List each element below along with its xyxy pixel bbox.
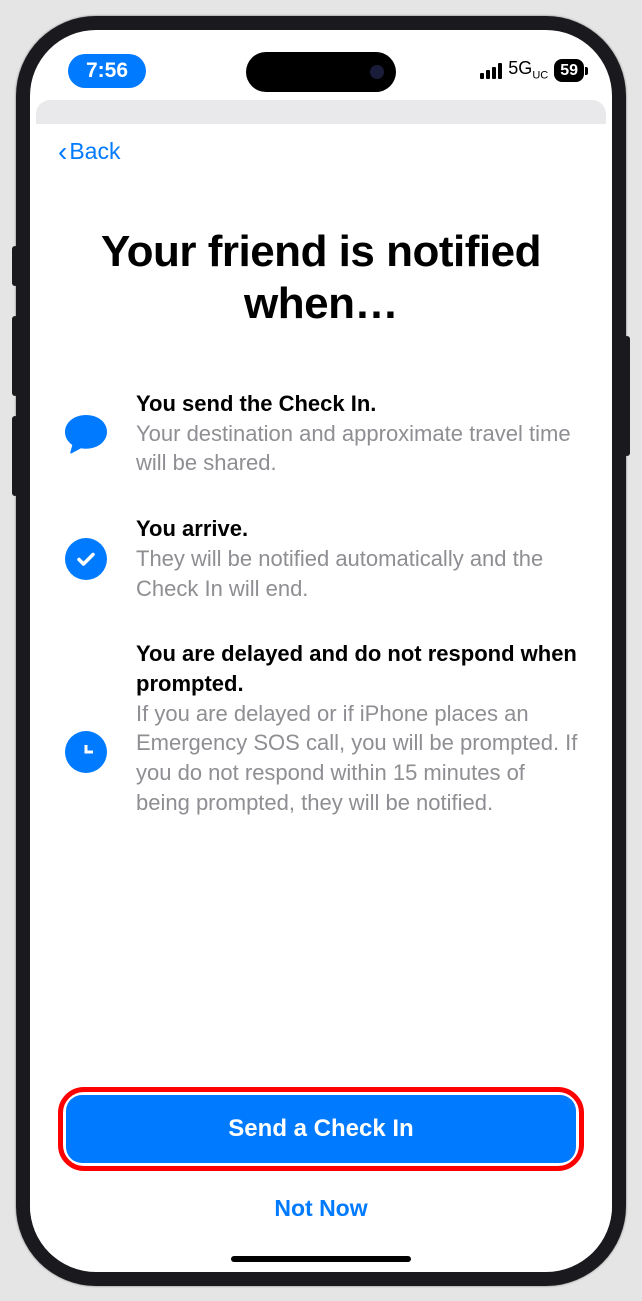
page-title: Your friend is notified when… bbox=[58, 226, 584, 332]
dynamic-island bbox=[246, 52, 396, 92]
not-now-button[interactable]: Not Now bbox=[58, 1171, 584, 1238]
send-check-in-button[interactable]: Send a Check In bbox=[66, 1095, 576, 1163]
side-button bbox=[12, 416, 18, 496]
item-desc: Your destination and approximate travel … bbox=[136, 419, 580, 478]
phone-frame: 7:56 5GUC 59 ‹ Back Your friend is notif… bbox=[16, 16, 626, 1286]
back-label: Back bbox=[69, 138, 120, 165]
list-item: You send the Check In. Your destination … bbox=[62, 389, 580, 478]
screen: 7:56 5GUC 59 ‹ Back Your friend is notif… bbox=[30, 30, 612, 1272]
list-item: You are delayed and do not respond when … bbox=[62, 639, 580, 817]
camera-icon bbox=[370, 65, 384, 79]
item-text: You send the Check In. Your destination … bbox=[136, 389, 580, 478]
chevron-left-icon: ‹ bbox=[58, 136, 67, 168]
item-title: You are delayed and do not respond when … bbox=[136, 639, 580, 698]
footer: Send a Check In Not Now bbox=[58, 1087, 584, 1256]
item-text: You arrive. They will be notified automa… bbox=[136, 514, 580, 603]
network-label: 5GUC bbox=[508, 59, 548, 82]
list-item: You arrive. They will be notified automa… bbox=[62, 514, 580, 603]
info-list: You send the Check In. Your destination … bbox=[58, 389, 584, 817]
highlight-ring: Send a Check In bbox=[58, 1087, 584, 1171]
item-title: You arrive. bbox=[136, 514, 580, 544]
side-button bbox=[624, 336, 630, 456]
chat-bubble-icon bbox=[62, 413, 110, 455]
side-button bbox=[12, 316, 18, 396]
item-desc: If you are delayed or if iPhone places a… bbox=[136, 699, 580, 818]
item-text: You are delayed and do not respond when … bbox=[136, 639, 580, 817]
signal-icon bbox=[480, 63, 502, 79]
checkmark-icon bbox=[62, 538, 110, 580]
status-time[interactable]: 7:56 bbox=[68, 54, 146, 88]
item-desc: They will be notified automatically and … bbox=[136, 544, 580, 603]
status-right: 5GUC 59 bbox=[480, 59, 584, 82]
back-button[interactable]: ‹ Back bbox=[58, 136, 120, 168]
home-indicator[interactable] bbox=[231, 1256, 411, 1262]
sheet-handle[interactable] bbox=[36, 100, 606, 124]
clock-icon bbox=[62, 731, 110, 773]
side-button bbox=[12, 246, 18, 286]
battery-icon: 59 bbox=[554, 59, 584, 82]
item-title: You send the Check In. bbox=[136, 389, 580, 419]
nav-bar: ‹ Back bbox=[58, 124, 584, 168]
content: ‹ Back Your friend is notified when… You… bbox=[30, 124, 612, 1256]
